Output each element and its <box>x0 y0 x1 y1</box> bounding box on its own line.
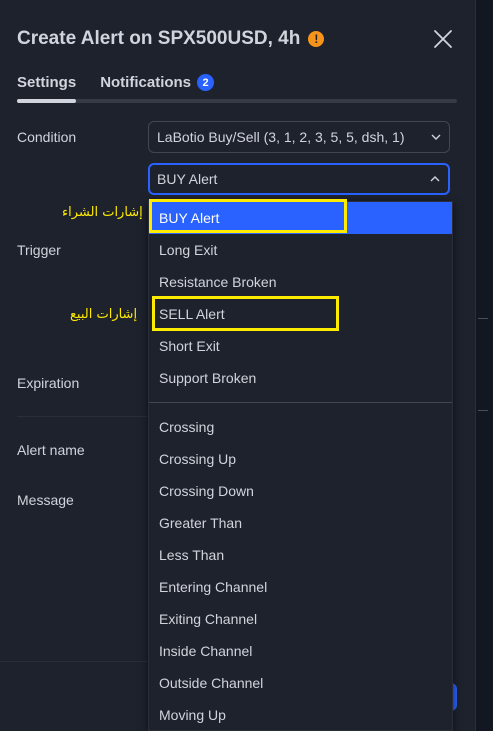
tab-bar: Settings Notifications 2 <box>17 74 215 91</box>
sell-signals-annotation: إشارات البيع <box>70 307 138 322</box>
chevron-up-icon <box>430 176 440 182</box>
alert-name-label: Alert name <box>17 442 85 458</box>
option-greater-than[interactable]: Greater Than <box>149 507 452 539</box>
condition-select-value: LaBotio Buy/Sell (3, 1, 2, 3, 5, 5, dsh,… <box>157 129 405 145</box>
buy-alert-highlight-box <box>149 199 347 233</box>
section-divider <box>17 416 148 417</box>
option-entering-channel[interactable]: Entering Channel <box>149 571 452 603</box>
chart-price-scale <box>476 0 493 731</box>
option-moving-up[interactable]: Moving Up <box>149 699 452 730</box>
alert-type-select[interactable]: BUY Alert <box>148 163 450 195</box>
option-inside-channel[interactable]: Inside Channel <box>149 635 452 667</box>
close-icon[interactable] <box>432 28 454 50</box>
scale-tick <box>478 410 488 411</box>
option-outside-channel[interactable]: Outside Channel <box>149 667 452 699</box>
option-long-exit[interactable]: Long Exit <box>149 234 452 266</box>
option-crossing-down[interactable]: Crossing Down <box>149 475 452 507</box>
condition-label: Condition <box>17 129 77 145</box>
option-resistance-broken[interactable]: Resistance Broken <box>149 266 452 298</box>
option-exiting-channel[interactable]: Exiting Channel <box>149 603 452 635</box>
option-less-than[interactable]: Less Than <box>149 539 452 571</box>
warning-icon[interactable]: ! <box>308 31 325 47</box>
tab-underline-track <box>17 99 457 103</box>
tab-settings-label: Settings <box>17 74 77 91</box>
dropdown-separator <box>149 402 452 403</box>
alert-type-select-value: BUY Alert <box>157 171 218 187</box>
tab-underline-active <box>17 99 76 103</box>
tab-notifications-label: Notifications <box>100 74 192 91</box>
scale-tick <box>478 318 488 319</box>
option-crossing[interactable]: Crossing <box>149 411 452 443</box>
footer-divider <box>0 661 148 662</box>
option-crossing-up[interactable]: Crossing Up <box>149 443 452 475</box>
dialog-title: Create Alert on SPX500USD, 4h ! <box>17 28 325 50</box>
buy-signals-annotation: إشارات الشراء <box>62 205 143 220</box>
tab-notifications[interactable]: Notifications 2 <box>100 74 215 91</box>
condition-select[interactable]: LaBotio Buy/Sell (3, 1, 2, 3, 5, 5, dsh,… <box>148 121 450 153</box>
message-label: Message <box>17 492 74 508</box>
notifications-count-badge: 2 <box>197 74 215 91</box>
option-short-exit[interactable]: Short Exit <box>149 330 452 362</box>
trigger-label: Trigger <box>17 242 61 258</box>
option-support-broken[interactable]: Support Broken <box>149 362 452 394</box>
sell-alert-highlight-box <box>152 296 339 331</box>
dialog-title-text: Create Alert on SPX500USD, 4h <box>17 28 301 49</box>
chevron-down-icon <box>431 134 441 140</box>
alert-type-dropdown: BUY Alert Long Exit Resistance Broken SE… <box>148 201 453 731</box>
tab-settings[interactable]: Settings <box>17 74 76 91</box>
expiration-label: Expiration <box>17 375 80 391</box>
